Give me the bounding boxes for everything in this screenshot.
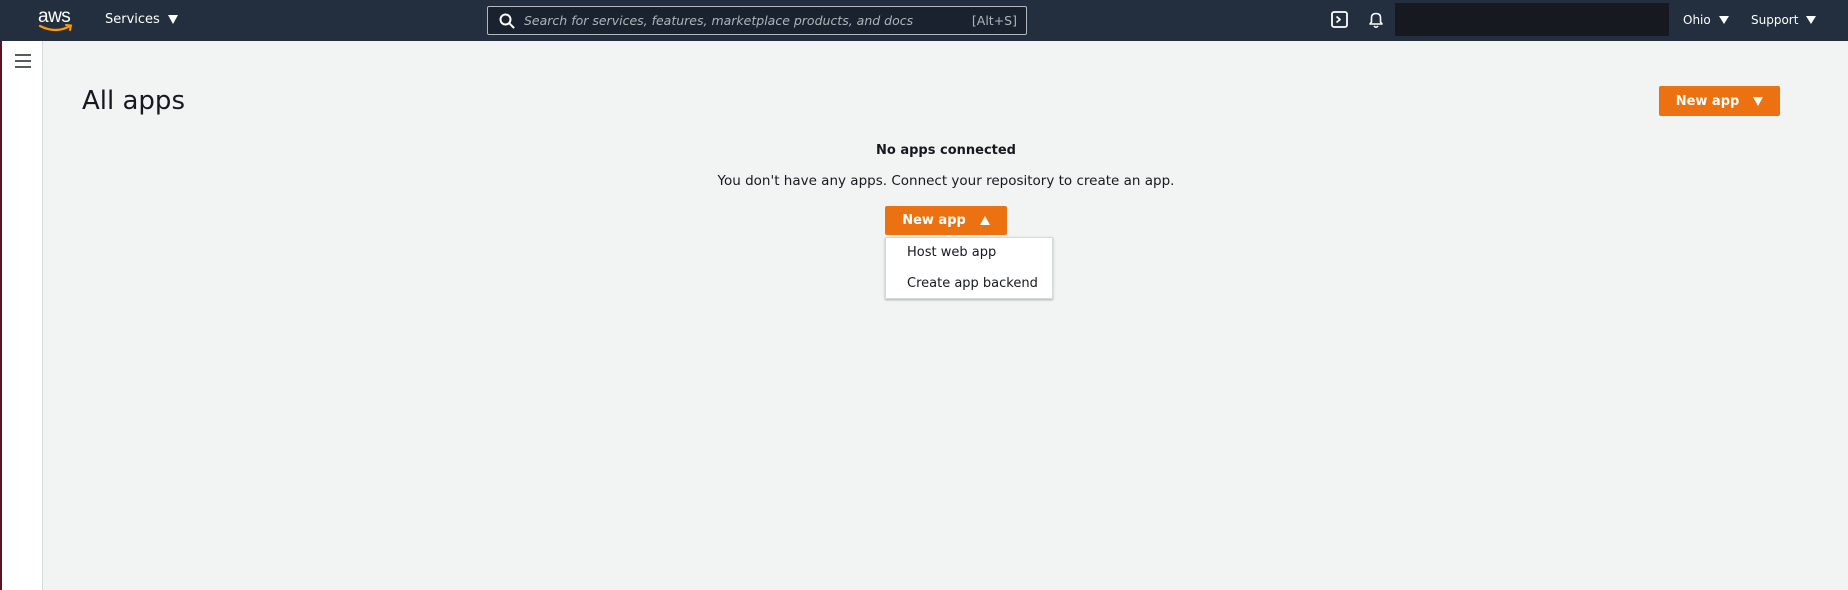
support-menu[interactable]: Support	[1751, 13, 1817, 27]
side-navigation	[2, 41, 43, 590]
aws-logo[interactable]: aws	[38, 6, 76, 34]
account-menu-redacted[interactable]	[1395, 3, 1669, 36]
cloudshell-button[interactable]	[1330, 10, 1350, 30]
search-shortcut-hint: [Alt+S]	[971, 13, 1017, 28]
notifications-button[interactable]	[1366, 10, 1386, 30]
new-app-button[interactable]: New app	[1659, 86, 1780, 116]
menu-item-create-app-backend[interactable]: Create app backend	[886, 274, 1052, 305]
caret-down-icon	[1806, 16, 1817, 24]
page-title: All apps	[82, 86, 185, 116]
bell-icon	[1369, 12, 1383, 29]
search-bar[interactable]: [Alt+S]	[487, 6, 1027, 35]
services-menu-button[interactable]: Services	[105, 12, 178, 27]
empty-state-title: No apps connected	[876, 143, 1016, 158]
caret-up-icon	[979, 216, 990, 225]
empty-state-description: You don't have any apps. Connect your re…	[717, 173, 1175, 189]
region-label: Ohio	[1683, 13, 1711, 27]
new-app-dropdown-menu: Host web app Create app backend	[885, 237, 1053, 299]
cloudshell-icon	[1331, 11, 1348, 28]
new-app-button-label: New app	[1675, 93, 1740, 109]
search-input[interactable]	[524, 13, 972, 28]
search-icon	[499, 13, 515, 28]
top-navigation-bar: aws Services [Alt+S] Ohio S	[0, 0, 1848, 41]
caret-down-icon	[167, 15, 178, 24]
region-selector[interactable]: Ohio	[1683, 13, 1729, 27]
smile-arrow-icon	[38, 24, 73, 32]
hamburger-menu-icon[interactable]	[15, 54, 31, 68]
caret-down-icon	[1718, 16, 1729, 24]
empty-state-new-app-button[interactable]: New app	[885, 206, 1007, 235]
caret-down-icon	[1753, 96, 1764, 106]
services-label: Services	[105, 12, 160, 27]
support-label: Support	[1751, 13, 1799, 27]
menu-item-host-web-app[interactable]: Host web app	[886, 243, 1052, 274]
new-app-button-label: New app	[902, 213, 966, 228]
